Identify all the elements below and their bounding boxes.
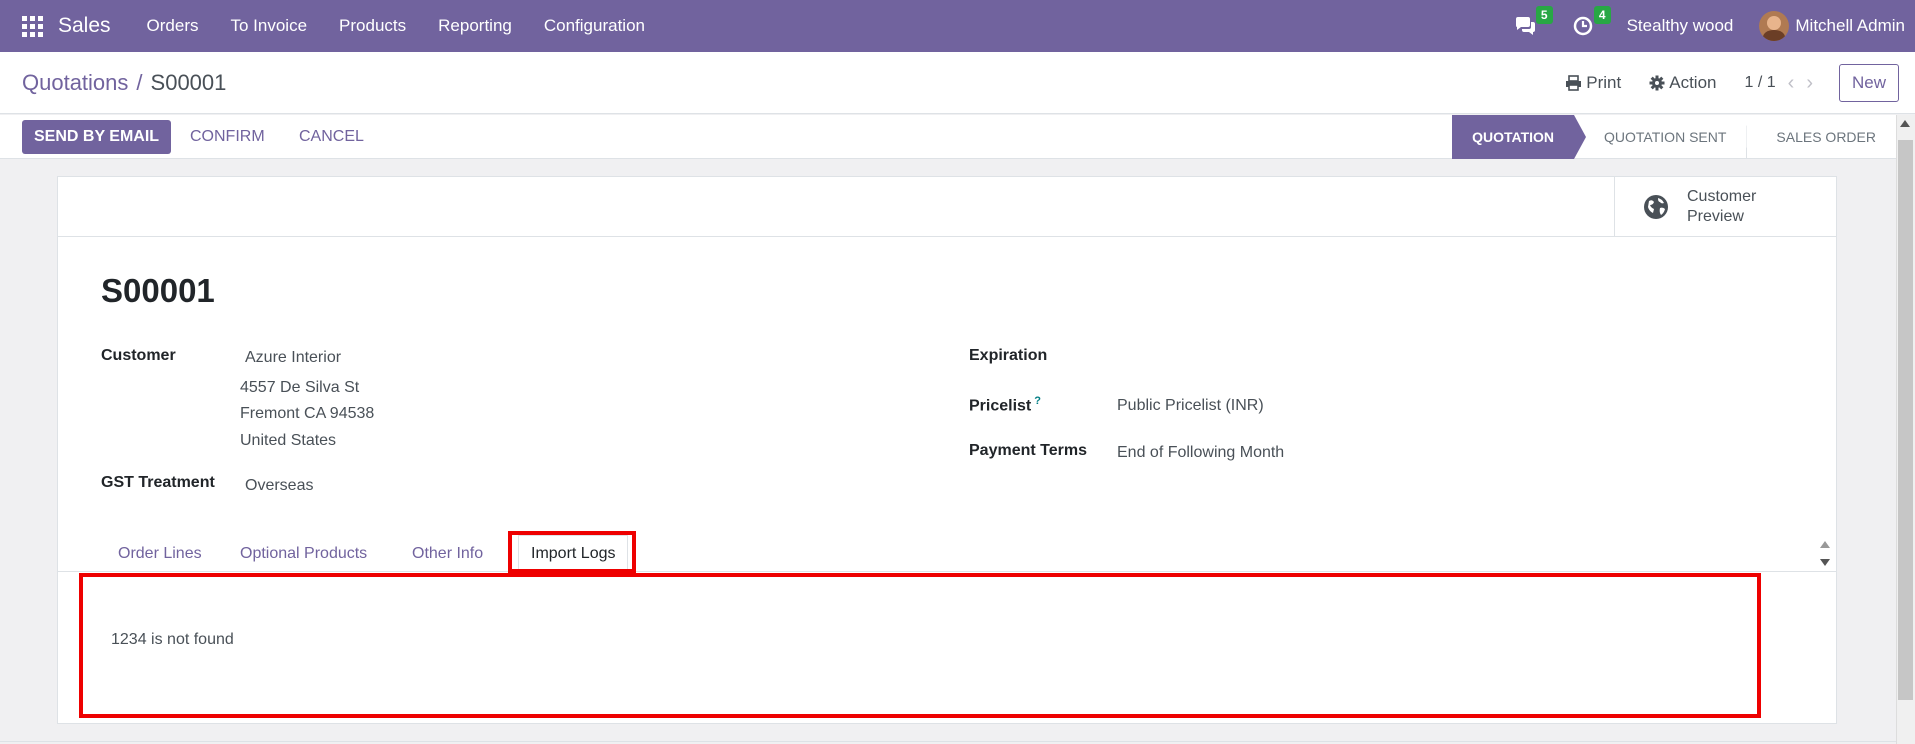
quotation-number: S00001 [101,272,215,309]
payment-terms-field[interactable]: End of Following Month [1117,444,1284,462]
tab-other-info[interactable]: Other Info [412,535,483,572]
breadcrumb-quotations[interactable]: Quotations [22,70,128,95]
pricelist-field[interactable]: Public Pricelist (INR) [1117,397,1264,415]
gst-treatment-label: GST Treatment [101,474,215,491]
customer-label: Customer [101,347,176,364]
company-switcher[interactable]: Stealthy wood [1627,16,1734,36]
address-line1: 4557 De Silva St [240,379,360,396]
pricelist-label: Pricelist? [969,395,1041,415]
top-navbar: Sales Orders To Invoice Products Reporti… [0,0,1915,52]
breadcrumb-current: S00001 [150,70,227,95]
activities-button[interactable]: 4 [1569,6,1611,40]
cancel-button[interactable]: CANCEL [299,120,364,154]
stage-quotation[interactable]: QUOTATION [1452,115,1586,159]
apps-menu-icon[interactable] [20,14,44,38]
action-button[interactable]: Action [1649,73,1717,93]
tab-optional-products[interactable]: Optional Products [240,535,367,572]
send-by-email-button[interactable]: SEND BY EMAIL [22,120,172,154]
control-panel: Quotations / S00001 Print Action 1 / 1 ‹ [0,52,1915,114]
print-label: Print [1586,73,1622,92]
status-stages: QUOTATION QUOTATION SENT SALES ORDER [1452,115,1896,159]
pager-next-icon[interactable]: › [1806,72,1813,95]
stage-sales-order[interactable]: SALES ORDER [1746,115,1896,159]
user-avatar[interactable] [1759,11,1790,41]
scroll-thumb[interactable] [1898,140,1913,700]
confirm-button[interactable]: CONFIRM [190,120,265,154]
form-sheet: Customer Preview S00001 Customer Azure I… [57,176,1837,724]
stage-quotation-sent[interactable]: QUOTATION SENT [1574,115,1748,159]
address-line3: United States [240,432,337,449]
pricelist-label-text: Pricelist [969,397,1032,415]
address-line2: Fremont CA 94538 [240,405,375,422]
menu-configuration[interactable]: Configuration [528,16,661,36]
help-tooltip-icon[interactable]: ? [1034,395,1041,407]
customer-preview-label: Customer Preview [1687,187,1757,225]
action-label: Action [1669,73,1717,92]
smart-button-box: Customer Preview [58,177,1836,237]
menu-products[interactable]: Products [323,16,422,36]
breadcrumb-separator: / [136,70,143,95]
app-brand[interactable]: Sales [58,14,111,38]
pager-value[interactable]: 1 / 1 [1745,74,1776,92]
menu-reporting[interactable]: Reporting [422,16,528,36]
menu-orders[interactable]: Orders [131,16,215,36]
clock-icon [1573,16,1592,36]
messages-button[interactable]: 5 [1511,6,1553,40]
print-button[interactable]: Print [1565,73,1621,93]
customer-preview-button[interactable]: Customer Preview [1614,177,1836,236]
tab-scroll-down-icon[interactable] [1820,559,1830,566]
gear-icon [1649,75,1665,91]
form-statusbar: SEND BY EMAIL CONFIRM CANCEL QUOTATION Q… [0,115,1896,159]
chat-icon [1515,17,1535,35]
payment-terms-label: Payment Terms [969,442,1087,459]
messages-badge: 5 [1535,6,1553,24]
customer-field[interactable]: Azure Interior [245,349,341,367]
tab-import-logs[interactable]: Import Logs [518,535,629,573]
pager-previous-icon[interactable]: ‹ [1788,72,1795,95]
tab-scroll-up-icon[interactable] [1820,541,1830,548]
notebook-tabs: Order Lines Optional Products Other Info… [58,535,1836,573]
scroll-up-icon[interactable] [1900,120,1910,127]
activities-badge: 4 [1593,6,1611,24]
user-menu[interactable]: Mitchell Admin [1795,16,1905,36]
print-icon [1566,75,1582,91]
globe-icon [1644,194,1668,219]
breadcrumb: Quotations / S00001 [22,70,226,96]
tab-order-lines[interactable]: Order Lines [118,535,202,572]
new-button[interactable]: New [1838,64,1899,102]
import-log-message: 1234 is not found [111,631,234,648]
gst-treatment-field[interactable]: Overseas [245,477,313,495]
menu-to-invoice[interactable]: To Invoice [215,16,324,36]
expiration-label: Expiration [969,347,1048,364]
bottom-divider [0,741,1896,742]
